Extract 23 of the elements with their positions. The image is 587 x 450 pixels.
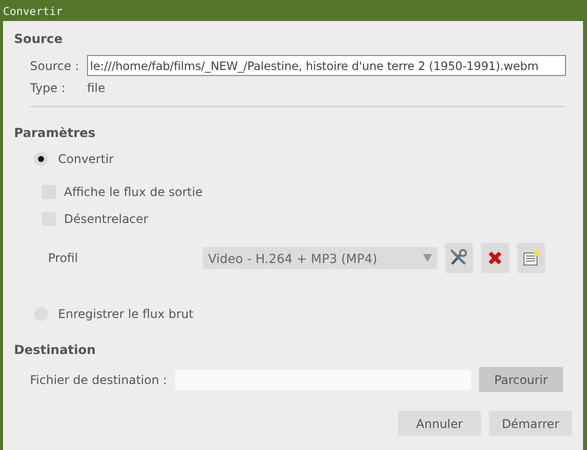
profile-dropdown[interactable]: Video - H.264 + MP3 (MP4)	[203, 247, 437, 269]
dialog-button[interactable]: Démarrer	[489, 411, 572, 436]
new-profile-button[interactable]	[517, 243, 545, 273]
delete-button[interactable]	[481, 243, 509, 273]
type-value: file	[87, 81, 106, 95]
section-heading: Source	[14, 31, 64, 46]
dialog-button[interactable]: Annuler	[398, 411, 481, 436]
radio-label: Enregistrer le flux brut	[58, 307, 194, 321]
window-title: Convertir	[3, 5, 63, 18]
section-heading: Paramètres	[14, 125, 96, 140]
radio-label: Convertir	[58, 152, 114, 166]
caret-icon	[423, 254, 432, 262]
field-label: Type :	[30, 81, 66, 95]
field-label: Fichier de destination :	[30, 372, 168, 386]
field-label: Source :	[30, 58, 80, 72]
radio-button[interactable]	[34, 152, 48, 166]
tools-button[interactable]	[445, 243, 473, 273]
input-field[interactable]: le:///home/fab/films/_NEW_/Palestine, histoire d'une terre 2 (1950-1991).webm	[87, 55, 566, 76]
field-label: Profil	[48, 251, 79, 265]
section-heading: Destination	[14, 342, 97, 357]
browse-button[interactable]: Parcourir	[479, 367, 563, 392]
checkbox-label: Désentrelacer	[64, 212, 148, 226]
checkbox-label: Affiche le flux de sortie	[64, 185, 203, 199]
